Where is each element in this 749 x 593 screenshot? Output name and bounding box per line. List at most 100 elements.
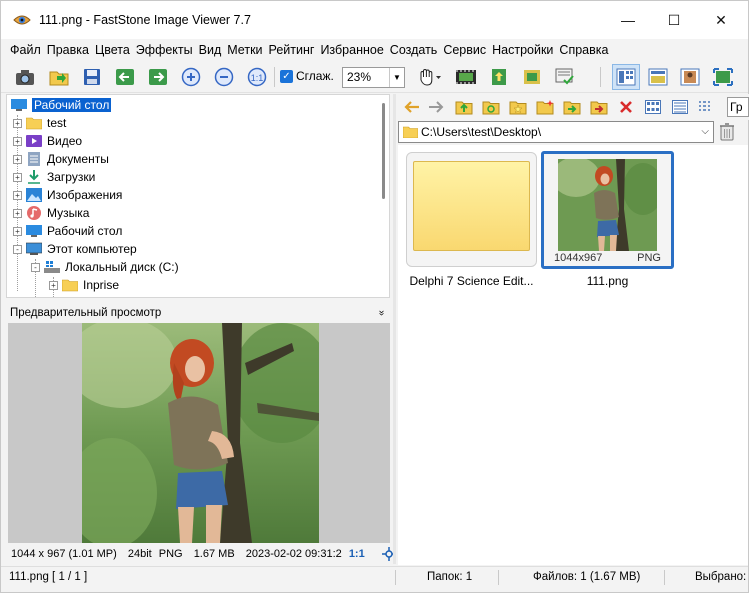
preview-status-bar: 1044 x 967 (1.01 MP) 24bit PNG 1.67 MB 2… [6, 545, 422, 563]
collapse-icon[interactable]: - [31, 262, 40, 272]
music-folder-icon [27, 206, 41, 220]
tree-item-documents[interactable]: + Документы [13, 150, 109, 168]
preview-view-icon[interactable] [679, 66, 701, 88]
up-folder-icon[interactable] [455, 98, 473, 116]
layout-view-icon[interactable] [612, 64, 640, 90]
menu-favorites[interactable]: Избранное [320, 43, 383, 57]
menu-tags[interactable]: Метки [227, 43, 262, 57]
close-button[interactable]: ✕ [698, 5, 744, 35]
folder-caption[interactable]: Delphi 7 Science Edit... [406, 274, 537, 288]
menu-settings[interactable]: Настройки [492, 43, 553, 57]
slideshow-icon[interactable] [455, 66, 477, 88]
menu-rating[interactable]: Рейтинг [269, 43, 315, 57]
open-folder-icon[interactable] [48, 66, 70, 88]
chevron-down-icon[interactable]: ⌵ [701, 122, 709, 142]
actual-size-icon[interactable]: 1:1 [246, 66, 268, 88]
group-select[interactable]: Гр [727, 97, 749, 117]
preview-image[interactable] [82, 323, 319, 543]
refresh-icon[interactable] [482, 98, 500, 116]
recycle-bin-icon[interactable] [717, 122, 737, 142]
image-caption[interactable]: 111.png [541, 274, 674, 288]
favorites-icon[interactable] [509, 98, 527, 116]
folder-thumbnail[interactable] [406, 152, 537, 267]
minimize-button[interactable]: — [605, 5, 651, 35]
tree-item-desktop[interactable]: + Рабочий стол [13, 222, 122, 240]
chevron-down-icon[interactable]: ▼ [389, 68, 404, 87]
new-folder-icon[interactable] [536, 98, 554, 116]
status-files: Файлов: 1 (1.67 MB) [533, 571, 641, 583]
checkbox-check-icon: ✓ [280, 69, 293, 83]
move-to-icon[interactable] [590, 98, 608, 116]
save-icon[interactable] [81, 66, 103, 88]
prev-image-icon[interactable] [114, 66, 136, 88]
tree-scrollbar[interactable] [382, 103, 385, 199]
tree-item-this-pc[interactable]: - Этот компьютер [13, 240, 137, 258]
next-image-icon[interactable] [147, 66, 169, 88]
image-depth: 24bit [127, 548, 152, 560]
menu-effects[interactable]: Эффекты [136, 43, 193, 57]
status-selected: Выбрано: 1 [695, 571, 749, 583]
back-icon[interactable] [403, 98, 421, 116]
forward-icon[interactable] [427, 98, 445, 116]
tree-item-video[interactable]: + Видео [13, 132, 82, 150]
tree-item-music[interactable]: + Музыка [13, 204, 89, 222]
actual-size-ratio[interactable]: 1:1 [349, 548, 365, 560]
list-view-icon[interactable] [697, 98, 715, 116]
preview-header: Предварительный просмотр » [6, 303, 390, 323]
status-file: 111.png [ 1 / 1 ] [9, 571, 88, 583]
smooth-checkbox[interactable]: ✓ Сглаж. [280, 69, 334, 83]
hand-tool-icon[interactable] [415, 66, 445, 88]
menu-bar: Файл Правка Цвета Эффекты Вид Метки Рейт… [1, 39, 748, 60]
video-folder-icon [26, 135, 42, 147]
expand-icon[interactable]: + [13, 172, 22, 182]
app-window: 111.png - FastStone Image Viewer 7.7 — ☐… [0, 0, 749, 593]
tree-item-test[interactable]: + test [13, 114, 66, 132]
expand-icon[interactable]: + [13, 154, 22, 164]
delete-icon[interactable] [617, 98, 635, 116]
expand-icon[interactable]: + [13, 190, 22, 200]
panel-splitter[interactable] [393, 94, 396, 564]
menu-view[interactable]: Вид [199, 43, 222, 57]
menu-colors[interactable]: Цвета [95, 43, 130, 57]
status-folders: Папок: 1 [427, 571, 473, 583]
select-all-icon[interactable] [644, 98, 662, 116]
menu-file[interactable]: Файл [10, 43, 41, 57]
thumbnail-view-icon[interactable] [647, 66, 669, 88]
fullscreen-icon[interactable] [712, 66, 734, 88]
path-combo[interactable]: C:\Users\test\Desktop\ ⌵ [398, 121, 714, 143]
menu-tools[interactable]: Сервис [443, 43, 486, 57]
tree-item-desktop-root[interactable]: Рабочий стол [11, 96, 112, 114]
export-icon[interactable] [488, 66, 510, 88]
camera-icon[interactable] [14, 66, 36, 88]
collapse-icon[interactable]: - [13, 244, 22, 254]
expand-icon[interactable]: + [13, 136, 22, 146]
expand-icon[interactable]: + [49, 280, 58, 290]
tree-item-downloads[interactable]: + Загрузки [13, 168, 95, 186]
compare-icon[interactable] [554, 66, 576, 88]
zoom-out-icon[interactable] [213, 66, 235, 88]
expand-icon[interactable]: + [13, 118, 22, 128]
menu-create[interactable]: Создать [390, 43, 438, 57]
desktop-icon [11, 99, 27, 111]
expand-icon[interactable]: + [13, 208, 22, 218]
menu-edit[interactable]: Правка [47, 43, 89, 57]
computer-icon [26, 242, 42, 255]
app-logo-icon [13, 15, 31, 25]
pictures-folder-icon [26, 188, 42, 202]
maximize-button[interactable]: ☐ [651, 5, 697, 35]
thumbnail-browser: Delphi 7 Science Edit... 1044x967 PNG 11… [398, 145, 748, 565]
details-view-icon[interactable] [671, 98, 689, 116]
expand-icon[interactable]: + [13, 226, 22, 236]
image-dimensions: 1044 x 967 (1.01 MP) [11, 548, 117, 560]
tree-item-local-disk-c[interactable]: - Локальный диск (C:) [31, 258, 179, 276]
copy-to-icon[interactable] [563, 98, 581, 116]
collapse-preview-icon[interactable]: » [371, 310, 391, 316]
menu-help[interactable]: Справка [559, 43, 608, 57]
crop-icon[interactable] [521, 66, 543, 88]
tree-item-inprise[interactable]: + Inprise [49, 276, 119, 294]
tree-item-pictures[interactable]: + Изображения [13, 186, 122, 204]
zoom-select[interactable]: 23% ▼ [342, 67, 405, 88]
thumbnail-image [558, 159, 657, 251]
image-thumbnail[interactable]: 1044x967 PNG [541, 151, 674, 269]
zoom-in-icon[interactable] [180, 66, 202, 88]
